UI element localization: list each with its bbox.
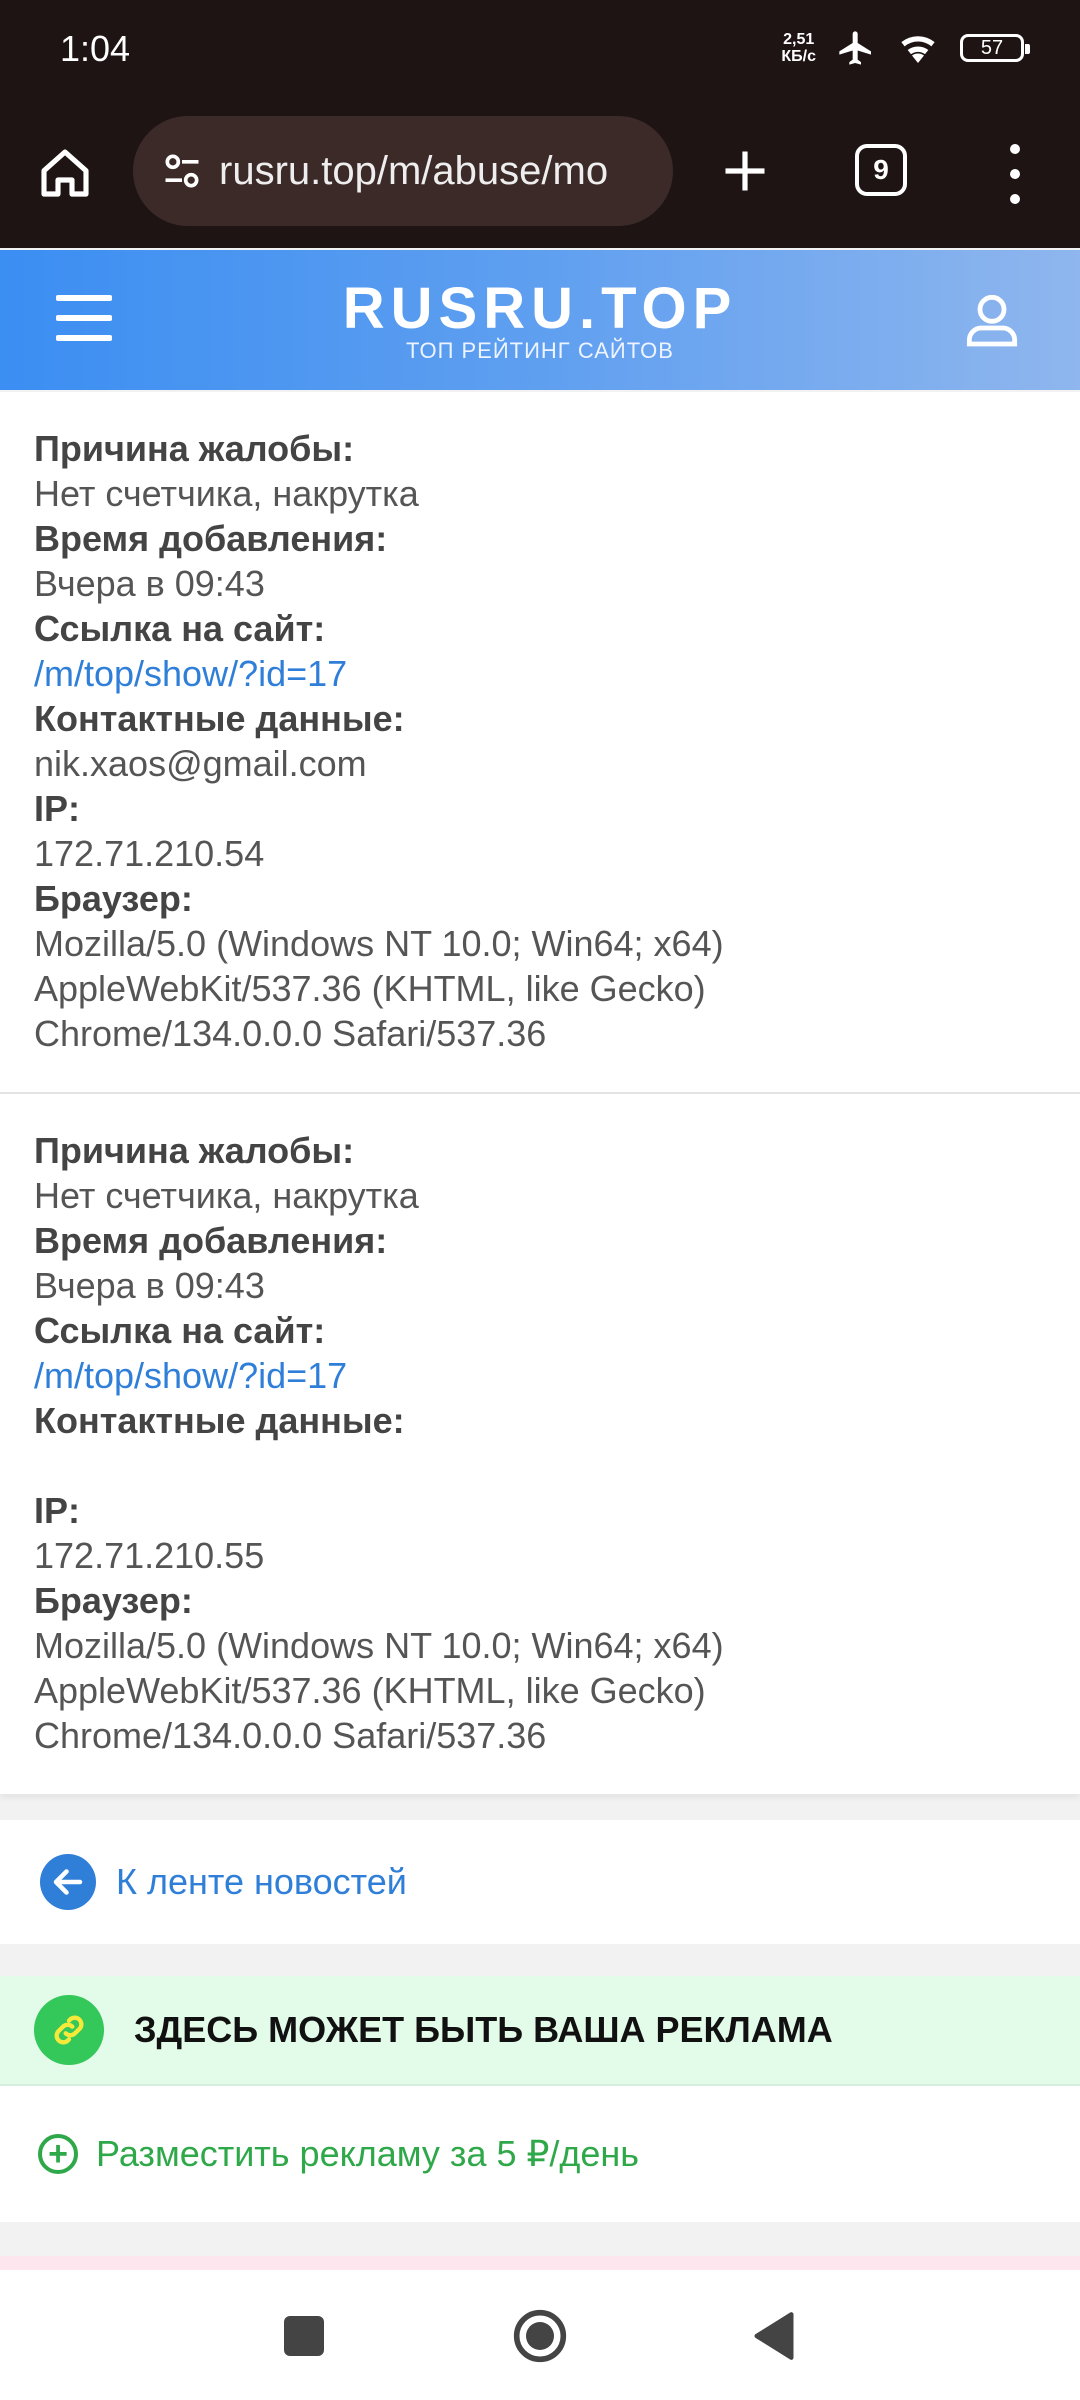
- reason-value: Нет счетчика, накрутка: [34, 473, 419, 514]
- site-tagline: ТОП РЕЙТИНГ САЙТОВ: [406, 338, 674, 363]
- complaints-list: Причина жалобы: Нет счетчика, накрутка В…: [0, 392, 1080, 1794]
- time-value: Вчера в 09:43: [34, 1265, 265, 1306]
- wifi-icon: [901, 36, 935, 63]
- ad-block: ЗДЕСЬ МОЖЕТ БЫТЬ ВАША РЕКЛАМА + Размести…: [0, 1976, 1080, 2222]
- browser-value-line: AppleWebKit/537.36 (KHTML, like Gecko): [34, 968, 706, 1009]
- reason-value: Нет счетчика, накрутка: [34, 1175, 419, 1216]
- ip-value: 172.71.210.55: [34, 1535, 265, 1576]
- browser-value-line: AppleWebKit/537.36 (KHTML, like Gecko): [34, 1670, 706, 1711]
- recents-icon[interactable]: [284, 2316, 324, 2356]
- battery-level: 57: [980, 36, 1004, 59]
- next-block-edge: [0, 2256, 1080, 2270]
- status-bar: 1:04 2,51 КБ/с 57: [0, 0, 1080, 100]
- contacts-value: nik.xaos@gmail.com: [34, 743, 367, 784]
- reason-label: Причина жалобы:: [34, 428, 355, 469]
- network-speed: 2,51 КБ/с: [781, 31, 816, 65]
- browser-label: Браузер:: [34, 878, 193, 919]
- network-speed-value: 2,51: [783, 31, 815, 48]
- new-tab-icon: [725, 151, 765, 191]
- ad-header: ЗДЕСЬ МОЖЕТ БЫТЬ ВАША РЕКЛАМА: [0, 1976, 1080, 2086]
- browser-value-line: Mozilla/5.0 (Windows NT 10.0; Win64; x64…: [34, 923, 724, 964]
- contacts-label: Контактные данные:: [34, 1400, 405, 1441]
- contacts-label: Контактные данные:: [34, 698, 405, 739]
- home-circle-icon[interactable]: [512, 2308, 568, 2364]
- tab-switcher-button[interactable]: 9: [855, 144, 907, 196]
- arrow-left-icon: [40, 1854, 96, 1910]
- contacts-value: [34, 1443, 1046, 1488]
- status-icons: 2,51 КБ/с 57: [781, 28, 1030, 68]
- back-to-news-link[interactable]: К ленте новостей: [0, 1820, 1080, 1944]
- plus-circle-icon: +: [38, 2134, 78, 2174]
- link-icon: [34, 1995, 104, 2065]
- user-icon[interactable]: [960, 288, 1024, 352]
- tab-count: 9: [873, 154, 889, 185]
- home-icon: [41, 149, 89, 197]
- time-label: Время добавления:: [34, 518, 388, 559]
- airplane-icon: [839, 31, 871, 65]
- browser-value-line: Mozilla/5.0 (Windows NT 10.0; Win64; x64…: [34, 1625, 724, 1666]
- site-link-label: Ссылка на сайт:: [34, 608, 326, 649]
- time-value: Вчера в 09:43: [34, 563, 265, 604]
- site-logo[interactable]: RUSRU.TOP: [0, 280, 1080, 338]
- ip-label: IP:: [34, 1490, 81, 1531]
- home-button[interactable]: [32, 140, 98, 206]
- time-label: Время добавления:: [34, 1220, 388, 1261]
- address-bar[interactable]: rusru.top/m/abuse/mo: [133, 116, 673, 226]
- complaint-item: Причина жалобы: Нет счетчика, накрутка В…: [0, 1092, 1080, 1794]
- ad-title: ЗДЕСЬ МОЖЕТ БЫТЬ ВАША РЕКЛАМА: [134, 2009, 833, 2050]
- network-speed-unit: КБ/с: [781, 48, 816, 65]
- browser-toolbar: rusru.top/m/abuse/mo 9: [0, 100, 1080, 248]
- ip-value: 172.71.210.54: [34, 833, 265, 874]
- browser-label: Браузер:: [34, 1580, 193, 1621]
- browser-value-line: Chrome/134.0.0.0 Safari/537.36: [34, 1715, 547, 1756]
- status-time: 1:04: [60, 28, 131, 69]
- back-triangle-icon[interactable]: [752, 2310, 796, 2362]
- reason-label: Причина жалобы:: [34, 1130, 355, 1171]
- more-menu-icon[interactable]: [990, 144, 1040, 204]
- back-to-news-label[interactable]: К ленте новостей: [116, 1861, 407, 1903]
- new-tab-button[interactable]: [712, 138, 778, 204]
- browser-value-line: Chrome/134.0.0.0 Safari/537.36: [34, 1013, 547, 1054]
- site-header: RUSRU.TOP ТОП РЕЙТИНГ САЙТОВ: [0, 250, 1080, 390]
- site-link[interactable]: /m/top/show/?id=17: [34, 1353, 1046, 1398]
- place-ad-label[interactable]: Разместить рекламу за 5 ₽/день: [96, 2133, 639, 2175]
- complaint-item: Причина жалобы: Нет счетчика, накрутка В…: [0, 392, 1080, 1092]
- place-ad-link[interactable]: + Разместить рекламу за 5 ₽/день: [0, 2086, 1080, 2222]
- battery-icon: 57: [960, 34, 1030, 62]
- site-settings-icon[interactable]: [155, 144, 209, 198]
- system-nav-bar: [0, 2270, 1080, 2400]
- ip-label: IP:: [34, 788, 81, 829]
- url-text[interactable]: rusru.top/m/abuse/mo: [219, 149, 659, 194]
- site-link[interactable]: /m/top/show/?id=17: [34, 651, 1046, 696]
- site-link-label: Ссылка на сайт:: [34, 1310, 326, 1351]
